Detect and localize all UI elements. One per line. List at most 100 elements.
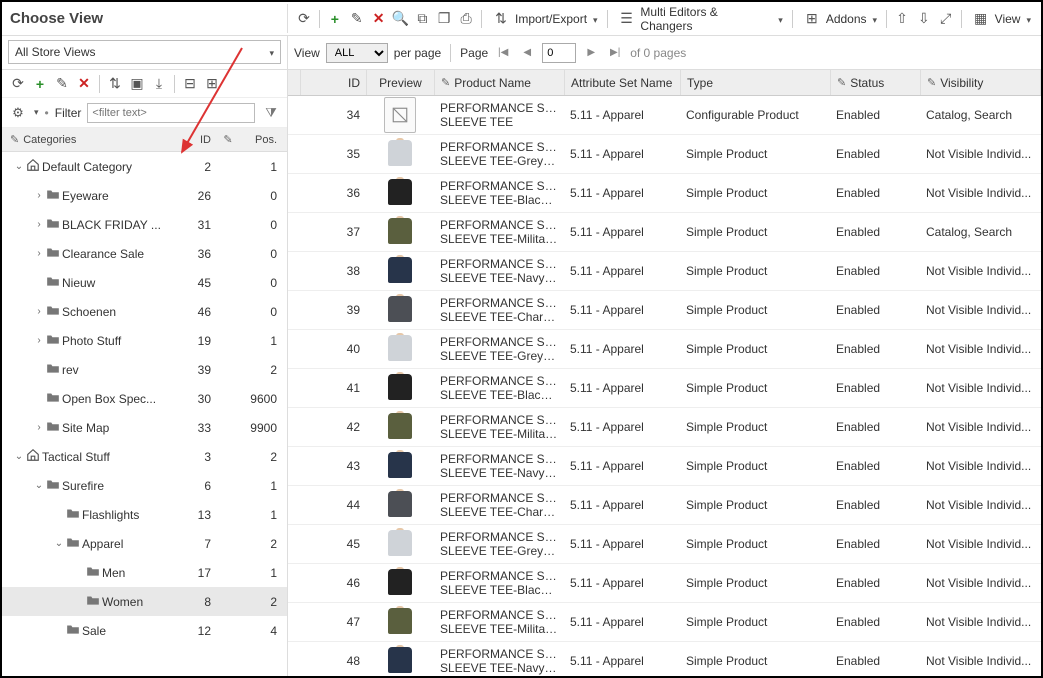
tree-item-id: 39 bbox=[177, 363, 217, 377]
table-row[interactable]: 47PERFORMANCE SHORTSLEEVE TEE-Military G… bbox=[288, 603, 1041, 642]
next-page-button[interactable]: ▶ bbox=[582, 44, 600, 62]
tree-edit-icon[interactable]: ✎ bbox=[52, 74, 72, 94]
cell-id: 43 bbox=[300, 459, 366, 473]
copy2-icon[interactable]: ❐ bbox=[434, 9, 454, 29]
copy-icon[interactable]: ⧉ bbox=[412, 9, 432, 29]
table-row[interactable]: 46PERFORMANCE SHORTSLEEVE TEE-Black (019… bbox=[288, 564, 1041, 603]
col-attribute-set[interactable]: Attribute Set Name bbox=[565, 70, 681, 95]
tree-item[interactable]: Nieuw450 bbox=[2, 268, 287, 297]
tree-item[interactable]: ⌄Default Category21 bbox=[2, 152, 287, 181]
tree-item-id: 36 bbox=[177, 247, 217, 261]
expand-icon[interactable]: ⤢ bbox=[936, 9, 956, 29]
tree-item[interactable]: ⌄Apparel72 bbox=[2, 529, 287, 558]
delete-icon[interactable]: ✕ bbox=[369, 9, 389, 29]
col-product-name[interactable]: ✎Product Name bbox=[435, 70, 565, 95]
table-row[interactable]: 45PERFORMANCE SHORTSLEEVE TEE-Grey Heat.… bbox=[288, 525, 1041, 564]
tree-item[interactable]: Women82 bbox=[2, 587, 287, 616]
expander-icon[interactable]: › bbox=[32, 190, 46, 201]
tree-refresh-icon[interactable]: ⟳ bbox=[8, 74, 28, 94]
filter-input[interactable] bbox=[87, 103, 255, 123]
page-input[interactable] bbox=[542, 43, 576, 63]
sort-desc-icon[interactable]: ⇩ bbox=[914, 9, 934, 29]
expander-icon[interactable]: › bbox=[32, 219, 46, 230]
cell-product-name: PERFORMANCE SHORTSLEEVE TEE bbox=[434, 101, 564, 130]
table-row[interactable]: 39PERFORMANCE SHORTSLEEVE TEE-Charcoal .… bbox=[288, 291, 1041, 330]
category-tree[interactable]: ⌄Default Category21›Eyeware260›BLACK FRI… bbox=[2, 152, 287, 676]
tree-collapse-all-icon[interactable]: ⊞ bbox=[202, 74, 222, 94]
multi-editors-dropdown[interactable]: ☰ Multi Editors & Changers bbox=[613, 3, 787, 35]
col-visibility[interactable]: ✎Visibility bbox=[921, 70, 1041, 95]
col-preview[interactable]: Preview bbox=[367, 70, 435, 95]
paste-icon[interactable]: ⎙ bbox=[456, 9, 476, 29]
table-row[interactable]: 42PERFORMANCE SHORTSLEEVE TEE-Military G… bbox=[288, 408, 1041, 447]
add-icon[interactable]: + bbox=[325, 9, 345, 29]
table-row[interactable]: 44PERFORMANCE SHORTSLEEVE TEE-Charcoal .… bbox=[288, 486, 1041, 525]
table-row[interactable]: 36PERFORMANCE SHORTSLEEVE TEE-Black (019… bbox=[288, 174, 1041, 213]
col-id[interactable]: ID bbox=[301, 70, 367, 95]
search-icon[interactable]: 🔍 bbox=[391, 9, 411, 29]
table-row[interactable]: 34PERFORMANCE SHORTSLEEVE TEE5.11 - Appa… bbox=[288, 96, 1041, 135]
product-thumbnail bbox=[384, 331, 416, 367]
product-thumbnail bbox=[384, 487, 416, 523]
tree-item[interactable]: ›Site Map339900 bbox=[2, 413, 287, 442]
cell-id: 35 bbox=[300, 147, 366, 161]
tree-delete-icon[interactable]: ✕ bbox=[74, 74, 94, 94]
expander-icon[interactable]: › bbox=[32, 248, 46, 259]
first-page-button[interactable]: |◀ bbox=[494, 44, 512, 62]
table-row[interactable]: 43PERFORMANCE SHORTSLEEVE TEE-Navy(728)-… bbox=[288, 447, 1041, 486]
table-row[interactable]: 37PERFORMANCE SHORTSLEEVE TEE-Military G… bbox=[288, 213, 1041, 252]
tree-item[interactable]: ›Photo Stuff191 bbox=[2, 326, 287, 355]
addons-dropdown[interactable]: ⊞ Addons bbox=[798, 7, 881, 31]
expander-icon[interactable]: ⌄ bbox=[32, 480, 46, 491]
cell-attribute-set: 5.11 - Apparel bbox=[564, 108, 680, 122]
prev-page-button[interactable]: ◀ bbox=[518, 44, 536, 62]
tree-expand-all-icon[interactable]: ⊟ bbox=[180, 74, 200, 94]
tree-item[interactable]: ›BLACK FRIDAY ...310 bbox=[2, 210, 287, 239]
table-row[interactable]: 40PERFORMANCE SHORTSLEEVE TEE-Grey Heat.… bbox=[288, 330, 1041, 369]
tree-item[interactable]: Open Box Spec...309600 bbox=[2, 384, 287, 413]
cell-visibility: Catalog, Search bbox=[920, 108, 1040, 122]
funnel-icon[interactable] bbox=[261, 103, 281, 123]
tree-item[interactable]: ⌄Surefire61 bbox=[2, 471, 287, 500]
view-dropdown[interactable]: ▦ View bbox=[967, 7, 1035, 31]
tree-item[interactable]: ›Clearance Sale360 bbox=[2, 239, 287, 268]
tree-item[interactable]: Flashlights131 bbox=[2, 500, 287, 529]
table-row[interactable]: 38PERFORMANCE SHORTSLEEVE TEE-Navy(728)-… bbox=[288, 252, 1041, 291]
expander-icon[interactable]: ⌄ bbox=[12, 451, 26, 462]
folder-icon bbox=[46, 362, 62, 377]
import-export-dropdown[interactable]: ⇅ Import/Export bbox=[487, 7, 602, 31]
last-page-button[interactable]: ▶| bbox=[606, 44, 624, 62]
table-row[interactable]: 35PERFORMANCE SHORTSLEEVE TEE-Grey Heat.… bbox=[288, 135, 1041, 174]
expander-icon[interactable]: › bbox=[32, 422, 46, 433]
expander-icon[interactable]: ⌄ bbox=[52, 538, 66, 549]
refresh-icon[interactable]: ⟳ bbox=[294, 9, 314, 29]
cell-id: 37 bbox=[300, 225, 366, 239]
tree-add-icon[interactable]: + bbox=[30, 74, 50, 94]
tree-item[interactable]: ›Eyeware260 bbox=[2, 181, 287, 210]
tree-item[interactable]: rev392 bbox=[2, 355, 287, 384]
col-type[interactable]: Type bbox=[681, 70, 831, 95]
tree-image-icon[interactable]: ▣ bbox=[127, 74, 147, 94]
tree-export-icon[interactable]: ⤓ bbox=[149, 74, 169, 94]
tree-item[interactable]: Men171 bbox=[2, 558, 287, 587]
tree-item[interactable]: ⌄Tactical Stuff32 bbox=[2, 442, 287, 471]
expander-icon[interactable]: ⌄ bbox=[12, 161, 26, 172]
tree-swap-icon[interactable]: ⇅ bbox=[105, 74, 125, 94]
settings-icon[interactable] bbox=[8, 103, 28, 123]
product-thumbnail bbox=[384, 643, 416, 676]
product-grid[interactable]: 34PERFORMANCE SHORTSLEEVE TEE5.11 - Appa… bbox=[288, 96, 1041, 676]
edit-icon[interactable]: ✎ bbox=[347, 9, 367, 29]
expander-icon[interactable]: › bbox=[32, 306, 46, 317]
tree-item-label: Nieuw bbox=[62, 276, 177, 290]
cell-status: Enabled bbox=[830, 576, 920, 590]
col-status[interactable]: ✎Status bbox=[831, 70, 921, 95]
tree-item[interactable]: ›Schoenen460 bbox=[2, 297, 287, 326]
table-row[interactable]: 48PERFORMANCE SHORTSLEEVE TEE-Navy(728)-… bbox=[288, 642, 1041, 676]
per-page-select[interactable]: ALL bbox=[326, 43, 388, 63]
store-view-select[interactable]: All Store Views bbox=[8, 40, 281, 64]
expander-icon[interactable]: › bbox=[32, 335, 46, 346]
addons-label: Addons bbox=[826, 12, 867, 26]
tree-item[interactable]: Sale124 bbox=[2, 616, 287, 645]
sort-asc-icon[interactable]: ⇧ bbox=[892, 9, 912, 29]
table-row[interactable]: 41PERFORMANCE SHORTSLEEVE TEE-Black (019… bbox=[288, 369, 1041, 408]
